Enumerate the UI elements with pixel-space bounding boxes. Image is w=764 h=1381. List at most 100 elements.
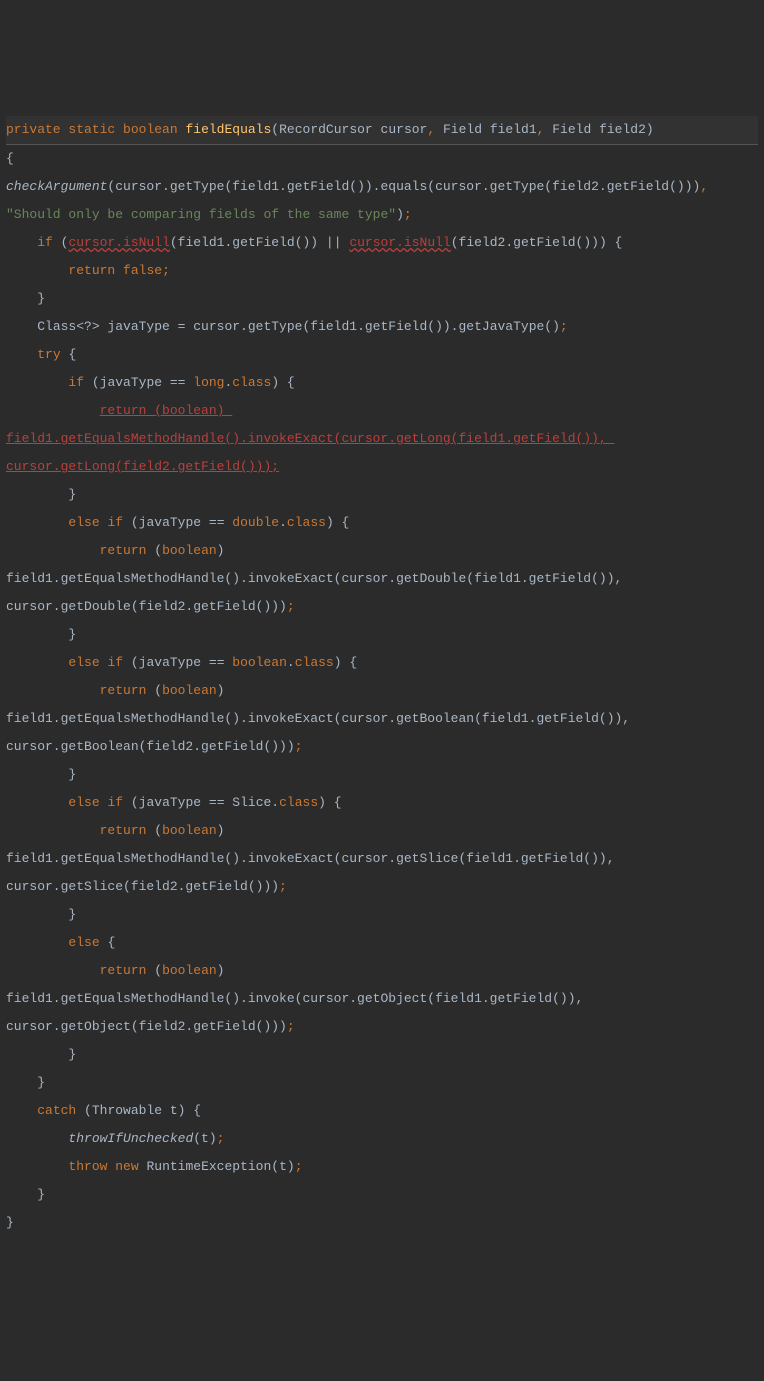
keyword-if: if [107,795,123,810]
keyword-boolean: boolean [162,823,217,838]
ctor: RuntimeException(t) [146,1159,294,1174]
keyword-boolean: boolean [123,122,178,137]
paren: ) [217,683,233,698]
arg: (t) [193,1131,216,1146]
semicolon: ; [217,1131,225,1146]
semicolon: ; [287,599,295,614]
keyword-return: return [68,263,115,278]
paren: ( [271,122,279,137]
dot: . [287,655,295,670]
brace: } [37,1075,45,1090]
expr: (field2.getField())) { [451,235,623,250]
keyword-return: return [100,543,147,558]
keyword-return: return [100,963,147,978]
brace: } [68,487,76,502]
brace: } [68,907,76,922]
param-name: field2 [599,122,646,137]
invoke-expr: cursor.getDouble(field2.getField())) [6,599,287,614]
paren-brace: ) { [271,375,294,390]
param-type: Field [443,122,482,137]
expr: (javaType == [131,515,232,530]
keyword-return: return [100,823,147,838]
keyword-class: class [295,655,334,670]
semicolon: ; [295,739,303,754]
invoke-expr: field1.getEqualsMethodHandle().invoke(cu… [6,991,591,1006]
keyword-else: else [68,795,99,810]
string-literal: "Should only be comparing fields of the … [6,207,396,222]
type-slice: Slice. [232,795,279,810]
keyword-try: try [37,347,60,362]
keyword-boolean: boolean [162,963,217,978]
catch-param: (Throwable t) { [84,1103,201,1118]
warning-return: return (boolean) [100,403,233,418]
brace: { [107,935,115,950]
brace: } [37,291,45,306]
keyword-false: false [123,263,162,278]
keyword-class: class [232,375,271,390]
expr: (field1.getField()) || [170,235,349,250]
invoke-expr: cursor.getObject(field2.getField())) [6,1019,287,1034]
semicolon: ; [295,1159,303,1174]
keyword-else: else [68,515,99,530]
keyword-else: else [68,935,99,950]
paren: ) [217,543,233,558]
static-method-call: throwIfUnchecked [68,1131,193,1146]
code-editor[interactable]: private static boolean fieldEquals(Recor… [6,116,758,1237]
keyword-new: new [115,1159,138,1174]
keyword-private: private [6,122,61,137]
keyword-long: long [193,375,224,390]
keyword-if: if [68,375,84,390]
brace: } [68,767,76,782]
comma: , [537,122,545,137]
param-name: cursor [381,122,428,137]
brace: { [6,151,14,166]
static-method-call: checkArgument [6,179,107,194]
brace: } [37,1187,45,1202]
semicolon: ; [404,207,412,222]
comma: , [700,179,708,194]
paren: ( [154,543,162,558]
param-name: field1 [490,122,537,137]
keyword-class: class [287,515,326,530]
keyword-static: static [68,122,115,137]
keyword-else: else [68,655,99,670]
paren: ) [217,963,233,978]
invoke-expr: field1.getEqualsMethodHandle().invokeExa… [6,851,622,866]
brace: { [68,347,76,362]
keyword-if: if [37,235,53,250]
method-signature-line: private static boolean fieldEquals(Recor… [6,116,758,145]
paren: ) [217,823,233,838]
semicolon: ; [162,263,170,278]
paren-brace: ) { [334,655,357,670]
keyword-boolean: boolean [162,543,217,558]
keyword-double: double [232,515,279,530]
paren: ) [646,122,654,137]
check-expr: (cursor.getType(field1.getField()).equal… [107,179,700,194]
expr: (javaType == [92,375,193,390]
invoke-expr: cursor.getBoolean(field2.getField())) [6,739,295,754]
warning-invoke: cursor.getLong(field2.getField())); [6,459,279,474]
invoke-expr: field1.getEqualsMethodHandle().invokeExa… [6,711,638,726]
brace: } [68,1047,76,1062]
warning-call: cursor.isNull [349,235,450,250]
keyword-return: return [100,683,147,698]
expr: (javaType == [131,795,232,810]
semicolon: ; [287,1019,295,1034]
warning-invoke: field1.getEqualsMethodHandle().invokeExa… [6,431,615,446]
semicolon: ; [279,879,287,894]
paren-brace: ) { [318,795,341,810]
comma: , [427,122,435,137]
keyword-throw: throw [68,1159,107,1174]
paren: ) [396,207,404,222]
keyword-if: if [107,515,123,530]
paren: ( [154,683,162,698]
semicolon: ; [560,319,568,334]
param-type: Field [552,122,591,137]
warning-call: cursor.isNull [68,235,169,250]
invoke-expr: cursor.getSlice(field2.getField())) [6,879,279,894]
paren: ( [154,823,162,838]
keyword-boolean: boolean [162,683,217,698]
keyword-if: if [107,655,123,670]
keyword-boolean: boolean [232,655,287,670]
brace: } [68,627,76,642]
